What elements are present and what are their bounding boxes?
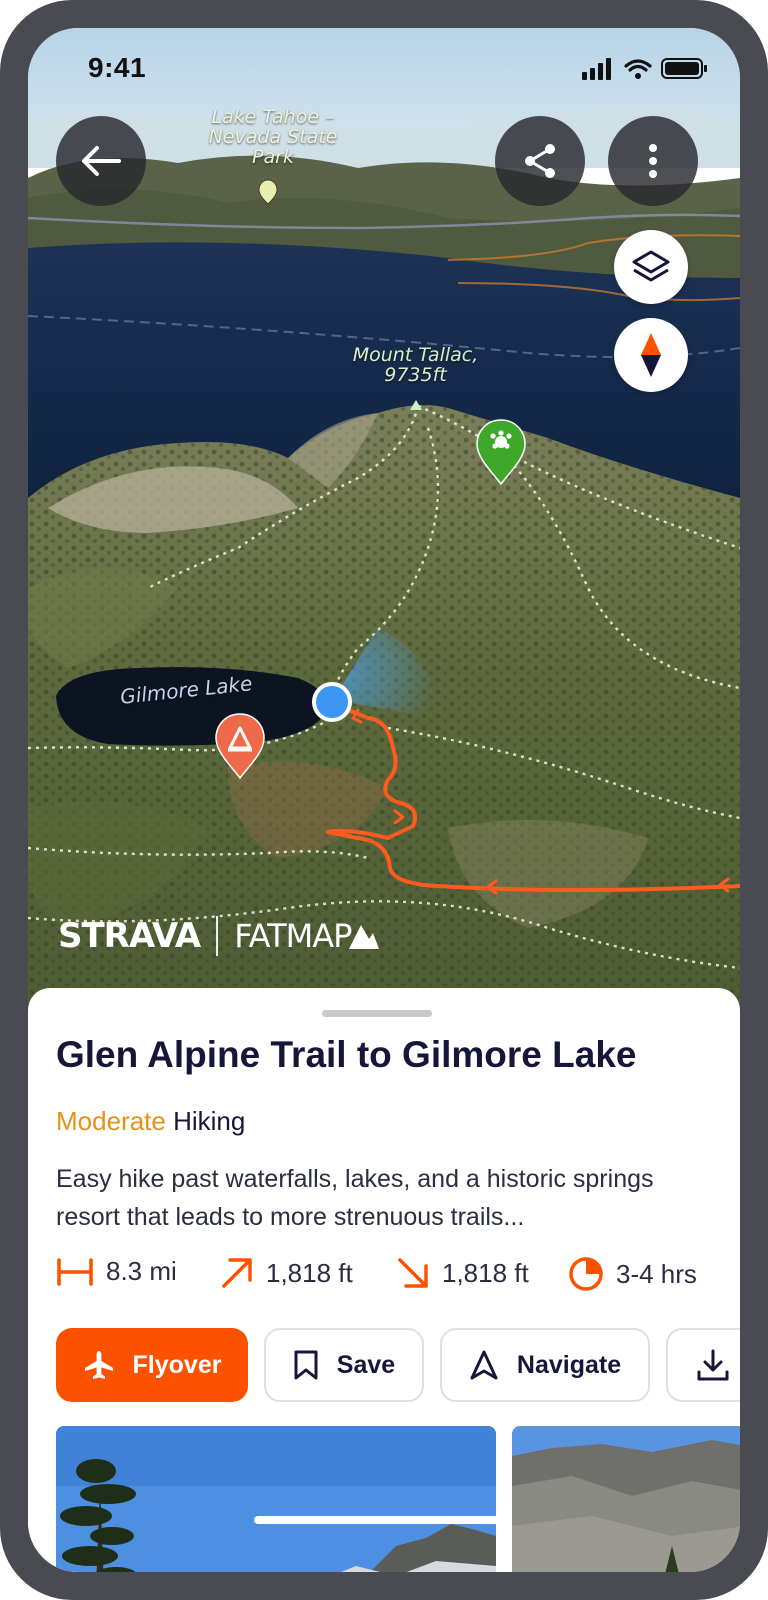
elevation-loss-value: 1,818 ft bbox=[442, 1257, 529, 1288]
elevation-loss-stat: 1,818 ft bbox=[396, 1256, 529, 1290]
elevation-gain-stat: 1,818 ft bbox=[220, 1256, 353, 1290]
arrow-left-icon bbox=[82, 146, 121, 176]
phone-frame: Lake Tahoe – Nevada State Park Mount Tal… bbox=[0, 0, 768, 1600]
fatmap-logo: FATMAP bbox=[234, 917, 352, 955]
back-button[interactable] bbox=[56, 116, 146, 206]
sheet-drag-handle[interactable] bbox=[322, 1010, 432, 1017]
trail-description: Easy hike past waterfalls, lakes, and a … bbox=[56, 1165, 654, 1231]
distance-value: 8.3 mi bbox=[106, 1256, 177, 1286]
strava-logo: STRAVA bbox=[58, 916, 201, 956]
status-bar: 9:41 bbox=[28, 28, 740, 100]
flyover-button[interactable]: Flyover bbox=[56, 1328, 248, 1402]
elevation-gain-value: 1,818 ft bbox=[266, 1257, 353, 1288]
duration-stat: 3-4 hrs bbox=[568, 1256, 697, 1292]
compass-button[interactable] bbox=[614, 318, 688, 392]
navigate-label: Navigate bbox=[516, 1350, 622, 1379]
navigate-button[interactable]: Navigate bbox=[440, 1328, 650, 1402]
share-button[interactable] bbox=[495, 116, 585, 206]
status-indicators-icon bbox=[582, 58, 707, 80]
duration-value: 3-4 hrs bbox=[616, 1258, 697, 1289]
trail-stats: 8.3 mi 1,818 ft 1,818 ft 3-4 hrs bbox=[56, 1256, 740, 1296]
more-options-button[interactable] bbox=[608, 116, 698, 206]
peak-label-line1: Mount Tallac, bbox=[352, 344, 479, 366]
bookmark-icon bbox=[294, 1350, 318, 1380]
brand-divider bbox=[216, 916, 219, 956]
compass-icon bbox=[641, 333, 661, 377]
activity-label: Hiking bbox=[173, 1106, 246, 1136]
arrow-down-right-icon bbox=[398, 1258, 428, 1288]
download-icon bbox=[697, 1349, 729, 1381]
photo-carousel[interactable] bbox=[56, 1426, 740, 1572]
park-label-line1: Lake Tahoe – bbox=[211, 106, 335, 128]
airplane-icon bbox=[84, 1351, 113, 1379]
park-label-line2: Nevada State bbox=[208, 125, 338, 148]
trail-title: Glen Alpine Trail to Gilmore Lake bbox=[56, 1034, 637, 1075]
home-indicator[interactable] bbox=[254, 1516, 502, 1524]
difficulty-label: Moderate bbox=[56, 1106, 166, 1136]
fatmap-mountain-icon bbox=[349, 925, 380, 949]
status-icons bbox=[582, 56, 712, 85]
trail-photo-image bbox=[56, 1426, 496, 1572]
peak-label: Mount Tallac, 9735ft bbox=[328, 344, 503, 386]
layers-icon bbox=[632, 250, 670, 282]
flyover-label: Flyover bbox=[132, 1350, 222, 1379]
navigation-arrow-icon bbox=[470, 1350, 498, 1380]
park-label: Lake Tahoe – Nevada State Park bbox=[198, 106, 348, 168]
download-button[interactable] bbox=[666, 1328, 740, 1402]
arrow-up-right-icon bbox=[222, 1258, 252, 1288]
distance-icon bbox=[57, 1257, 93, 1286]
brand-logo: STRAVA FATMAP bbox=[58, 916, 380, 956]
save-button[interactable]: Save bbox=[264, 1328, 424, 1402]
clock-icon bbox=[569, 1257, 603, 1291]
screen: Lake Tahoe – Nevada State Park Mount Tal… bbox=[28, 28, 740, 1572]
status-time: 9:41 bbox=[88, 52, 147, 83]
distance-stat: 8.3 mi bbox=[56, 1256, 177, 1287]
trail-photo-image bbox=[512, 1426, 740, 1572]
save-label: Save bbox=[336, 1350, 396, 1379]
trail-details-sheet[interactable]: Glen Alpine Trail to Gilmore Lake Modera… bbox=[28, 988, 740, 1572]
layers-button[interactable] bbox=[614, 230, 688, 304]
share-icon bbox=[525, 144, 555, 178]
peak-label-line2: 9735ft bbox=[384, 363, 447, 386]
trail-meta: Moderate Hiking bbox=[56, 1106, 245, 1137]
park-label-line3: Park bbox=[252, 145, 294, 168]
trail-photo-2[interactable] bbox=[512, 1426, 740, 1572]
trail-photo-1[interactable] bbox=[56, 1426, 496, 1572]
more-vertical-icon bbox=[649, 144, 657, 178]
